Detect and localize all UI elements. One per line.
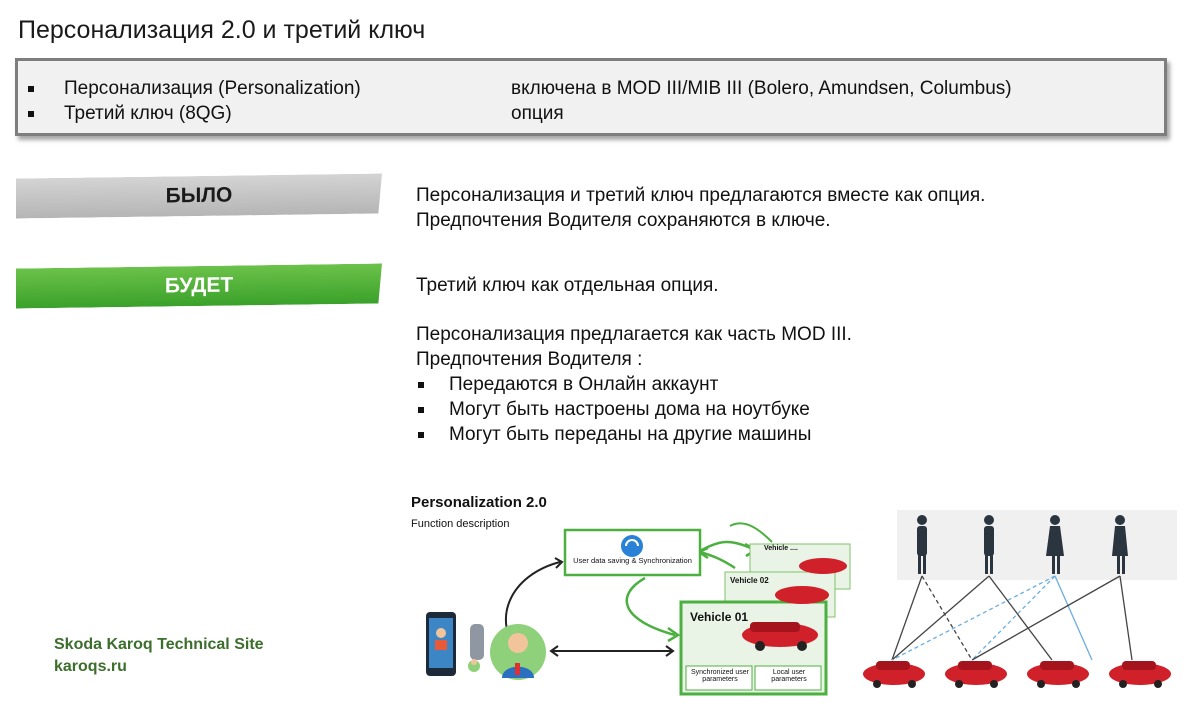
was-banner: БЫЛО (16, 173, 382, 218)
people-panel (897, 510, 1177, 580)
was-text-line: Персонализация и третий ключ предлагаютс… (416, 185, 986, 206)
car-icon (1027, 661, 1089, 688)
info-label: Персонализация (Personalization) (64, 78, 361, 99)
arrow-green-down (625, 576, 676, 637)
synchronized-params-label: Synchronized user parameters (691, 669, 749, 683)
info-value: опция (511, 103, 564, 124)
sync-icon (621, 535, 643, 557)
vehicle-02-label: Vehicle 02 (730, 576, 769, 585)
info-label: Третий ключ (8QG) (64, 103, 232, 124)
vehicle-01-label: Vehicle 01 (690, 610, 749, 624)
bullet-square (418, 382, 424, 388)
sync-label: User data saving & Synchronization (573, 556, 692, 565)
bullet-square (28, 111, 34, 117)
info-row-2: Третий ключ (8QG) (28, 103, 232, 125)
will-text-line: Третий ключ как отдельная опция. (416, 275, 719, 296)
page-title: Персонализация 2.0 и третий ключ (18, 16, 426, 44)
info-row-1: Персонализация (Personalization) (28, 78, 361, 100)
was-text-line: Предпочтения Водителя сохраняются в ключ… (416, 210, 831, 231)
car-icon (775, 586, 829, 604)
will-bullet: Могут быть переданы на другие машины (418, 424, 811, 446)
vehicle-back-label: Vehicle .... (764, 545, 798, 552)
info-box: Персонализация (Personalization) включен… (15, 58, 1167, 136)
car-icon (945, 661, 1007, 688)
bullet-square (418, 407, 424, 413)
will-bullet: Могут быть настроены дома на ноутбуке (418, 399, 810, 421)
car-icon (799, 558, 847, 574)
bullet-text: Могут быть переданы на другие машины (449, 424, 812, 445)
watermark-line: Skoda Karoq Technical Site (54, 636, 264, 653)
watermark-link[interactable]: karoqs.ru (54, 656, 264, 678)
people-cars-network (863, 510, 1177, 688)
key-icon (470, 624, 484, 660)
bullet-square (28, 86, 34, 92)
bullet-text: Могут быть настроены дома на ноутбуке (449, 399, 810, 420)
local-params-label: Local user parameters (771, 669, 807, 683)
will-text-line: Предпочтения Водителя : (416, 349, 643, 370)
car-icon (1109, 661, 1171, 688)
bullet-text: Передаются в Онлайн аккаунт (449, 374, 719, 395)
will-text-line: Персонализация предлагается как часть MO… (416, 324, 852, 345)
will-bullet: Передаются в Онлайн аккаунт (418, 374, 718, 396)
bullet-square (418, 432, 424, 438)
will-banner: БУДЕТ (16, 263, 382, 308)
site-watermark: Skoda Karoq Technical Site karoqs.ru (54, 634, 264, 678)
car-icon (863, 661, 925, 688)
info-value: включена в MOD III/MIB III (Bolero, Amun… (511, 78, 1012, 99)
